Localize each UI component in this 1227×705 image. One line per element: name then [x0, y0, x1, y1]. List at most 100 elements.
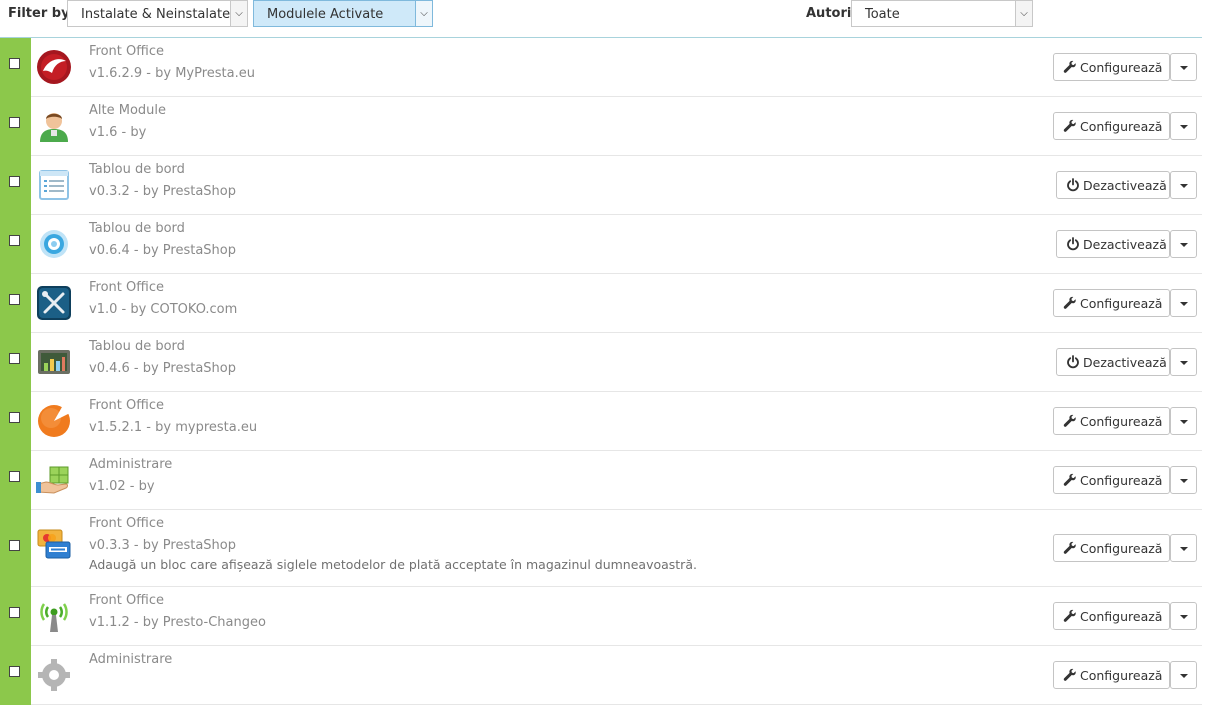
power-icon [1067, 178, 1079, 192]
wrench-icon [1063, 60, 1076, 73]
actions-dropdown-toggle[interactable] [1170, 112, 1197, 140]
status-filter-select[interactable]: Modulele Activate ⌵ [253, 0, 433, 27]
module-version: v0.3.3 - by PrestaShop [89, 538, 237, 553]
wrench-icon [1063, 609, 1076, 622]
actions-dropdown-toggle[interactable] [1170, 171, 1197, 199]
actions-dropdown-toggle[interactable] [1170, 230, 1197, 258]
configure-button[interactable]: Configurează [1053, 407, 1170, 435]
target-ring-icon [40, 230, 68, 258]
payment-cards-icon [37, 529, 71, 559]
configure-button[interactable]: Configurează [1053, 289, 1170, 317]
configure-label: Configurează [1080, 609, 1163, 624]
module-list: Front Office v1.6.2.9 - by MyPresta.eu C… [0, 38, 1202, 705]
module-checkbox[interactable] [9, 607, 20, 618]
actions-dropdown-toggle[interactable] [1170, 602, 1197, 630]
wrench-icon [1063, 414, 1076, 427]
configure-label: Configurează [1080, 296, 1163, 311]
deactivate-button[interactable]: Dezactivează [1056, 230, 1170, 258]
module-category: Tablou de bord [89, 339, 185, 354]
module-version: v1.1.2 - by Presto-Changeo [89, 615, 266, 630]
orange-pie-icon [38, 405, 70, 437]
actions-dropdown-toggle[interactable] [1170, 661, 1197, 689]
chart-screen-icon [38, 350, 70, 374]
actions-dropdown-toggle[interactable] [1170, 348, 1197, 376]
module-row: Front Office v1.5.2.1 - by mypresta.eu C… [0, 392, 1202, 451]
configure-button[interactable]: Configurează [1053, 112, 1170, 140]
module-version: v1.6.2.9 - by MyPresta.eu [89, 66, 255, 81]
status-filter-value: Modulele Activate [267, 7, 384, 22]
power-icon [1067, 355, 1079, 369]
list-document-icon [39, 170, 69, 200]
actions-dropdown-toggle[interactable] [1170, 289, 1197, 317]
filter-bar: Filter by Instalate & Neinstalate ⌵ Modu… [0, 0, 1227, 38]
module-category: Front Office [89, 280, 164, 295]
module-checkbox[interactable] [9, 235, 20, 246]
wrench-icon [1063, 119, 1076, 132]
module-checkbox[interactable] [9, 353, 20, 364]
configure-button[interactable]: Configurează [1053, 661, 1170, 689]
configure-label: Configurează [1080, 473, 1163, 488]
authors-label: Autori [806, 6, 852, 21]
deactivate-label: Dezactivează [1083, 237, 1167, 252]
install-filter-value: Instalate & Neinstalate [81, 7, 231, 22]
configure-label: Configurează [1080, 60, 1163, 75]
module-row: Administrare v1.02 - by Configurează [0, 451, 1202, 510]
configure-label: Configurează [1080, 541, 1163, 556]
authors-filter-select[interactable]: Toate ⌵ [851, 0, 1033, 27]
deactivate-button[interactable]: Dezactivează [1056, 171, 1170, 199]
module-description: Adaugă un bloc care afișează siglele met… [89, 557, 697, 572]
actions-dropdown-toggle[interactable] [1170, 407, 1197, 435]
module-checkbox[interactable] [9, 471, 20, 482]
module-row: Front Office v1.6.2.9 - by MyPresta.eu C… [0, 38, 1202, 97]
install-filter-select[interactable]: Instalate & Neinstalate ⌵ [67, 0, 248, 27]
module-checkbox[interactable] [9, 412, 20, 423]
module-version: v1.0 - by COTOKO.com [89, 302, 238, 317]
module-category: Tablou de bord [89, 221, 185, 236]
configure-button[interactable]: Configurează [1053, 534, 1170, 562]
module-version: v0.4.6 - by PrestaShop [89, 361, 237, 376]
chevron-down-icon: ⌵ [230, 1, 247, 26]
configure-label: Configurează [1080, 668, 1163, 683]
chevron-down-icon: ⌵ [1015, 1, 1032, 26]
chevron-down-icon: ⌵ [415, 1, 432, 26]
deactivate-button[interactable]: Dezactivează [1056, 348, 1170, 376]
hand-box-icon [36, 466, 69, 494]
wrench-icon [1063, 541, 1076, 554]
authors-filter-value: Toate [865, 7, 900, 22]
module-category: Front Office [89, 593, 164, 608]
module-checkbox[interactable] [9, 176, 20, 187]
module-version: v1.6 - by [89, 125, 147, 140]
user-avatar-icon [40, 113, 68, 142]
configure-label: Configurează [1080, 414, 1163, 429]
deactivate-label: Dezactivează [1083, 355, 1167, 370]
module-version: v0.3.2 - by PrestaShop [89, 184, 237, 199]
gear-icon [38, 659, 70, 691]
module-version: v1.5.2.1 - by mypresta.eu [89, 420, 258, 435]
module-version: v1.02 - by [89, 479, 155, 494]
module-checkbox[interactable] [9, 540, 20, 551]
actions-dropdown-toggle[interactable] [1170, 53, 1197, 81]
red-swoosh-logo-icon [37, 50, 71, 84]
module-checkbox[interactable] [9, 58, 20, 69]
module-category: Tablou de bord [89, 162, 185, 177]
wrench-icon [1063, 296, 1076, 309]
configure-button[interactable]: Configurează [1053, 466, 1170, 494]
module-category: Alte Module [89, 103, 167, 118]
actions-dropdown-toggle[interactable] [1170, 466, 1197, 494]
module-row: Administrare Configurează [0, 646, 1202, 705]
module-category: Front Office [89, 44, 164, 59]
wrench-icon [1063, 473, 1076, 486]
module-category: Administrare [89, 652, 173, 667]
configure-button[interactable]: Configurează [1053, 53, 1170, 81]
module-checkbox[interactable] [9, 294, 20, 305]
module-row: Tablou de bord v0.6.4 - by PrestaShop De… [0, 215, 1202, 274]
module-checkbox[interactable] [9, 666, 20, 677]
module-row: Front Office v1.0 - by COTOKO.com Config… [0, 274, 1202, 333]
module-row: Front Office v0.3.3 - by PrestaShop Adau… [0, 510, 1202, 587]
module-category: Front Office [89, 398, 164, 413]
actions-dropdown-toggle[interactable] [1170, 534, 1197, 562]
module-row: Tablou de bord v0.4.6 - by PrestaShop De… [0, 333, 1202, 392]
antenna-icon [40, 603, 68, 632]
module-checkbox[interactable] [9, 117, 20, 128]
configure-button[interactable]: Configurează [1053, 602, 1170, 630]
